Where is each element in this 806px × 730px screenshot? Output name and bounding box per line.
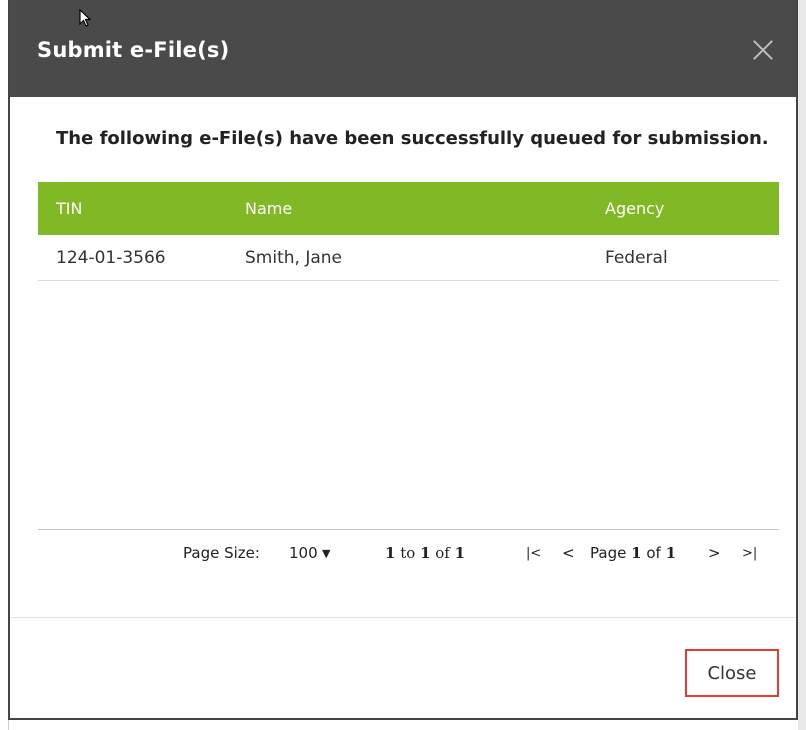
first-page-icon[interactable]: |< (526, 546, 541, 561)
range-to: 1 (420, 544, 431, 562)
caret-down-icon[interactable]: ▼ (322, 547, 330, 560)
close-icon[interactable] (748, 35, 778, 65)
dialog-title: Submit e-File(s) (37, 38, 230, 62)
prev-page-icon[interactable]: < (562, 544, 575, 562)
dialog-header: Submit e-File(s) (10, 0, 796, 97)
page-indicator: Page 1 of 1 (590, 544, 676, 562)
submit-efile-dialog: Submit e-File(s) The following e-File(s)… (8, 0, 798, 720)
page-range-summary: 1 to 1 of 1 (385, 544, 465, 562)
background-strip-right (798, 0, 806, 730)
column-header-name[interactable]: Name (245, 182, 292, 235)
range-from: 1 (385, 544, 396, 562)
column-header-agency[interactable]: Agency (605, 182, 664, 235)
page-current: 1 (631, 544, 642, 562)
confirmation-message: The following e-File(s) have been succes… (56, 128, 769, 149)
grid-header: TIN Name Agency (38, 182, 779, 235)
page-of-word: of (646, 544, 661, 562)
cell-tin: 124-01-3566 (56, 247, 166, 268)
grid-footer-divider (38, 529, 779, 530)
range-of-word: of (435, 544, 450, 562)
range-total: 1 (454, 544, 466, 562)
page-size-select[interactable]: 100 (289, 544, 318, 562)
next-page-icon[interactable]: > (708, 544, 721, 562)
page-size-label: Page Size: (183, 544, 260, 562)
column-header-tin[interactable]: TIN (56, 182, 82, 235)
table-row[interactable]: 124-01-3566 Smith, Jane Federal (38, 235, 779, 281)
close-button[interactable]: Close (685, 649, 779, 697)
page-total: 1 (665, 544, 677, 562)
pagination-bar: Page Size: 100 ▼ 1 to 1 of 1 |< < Page 1… (38, 540, 779, 570)
screen: Submit e-File(s) The following e-File(s)… (0, 0, 806, 730)
mouse-cursor-icon (79, 9, 92, 27)
efile-grid: TIN Name Agency 124-01-3566 Smith, Jane … (38, 182, 779, 281)
last-page-icon[interactable]: >| (742, 546, 757, 561)
range-to-word: to (400, 544, 416, 562)
cell-agency: Federal (605, 247, 668, 268)
page-word: Page (590, 544, 627, 562)
cell-name: Smith, Jane (245, 247, 342, 268)
dialog-footer-divider (10, 617, 796, 618)
